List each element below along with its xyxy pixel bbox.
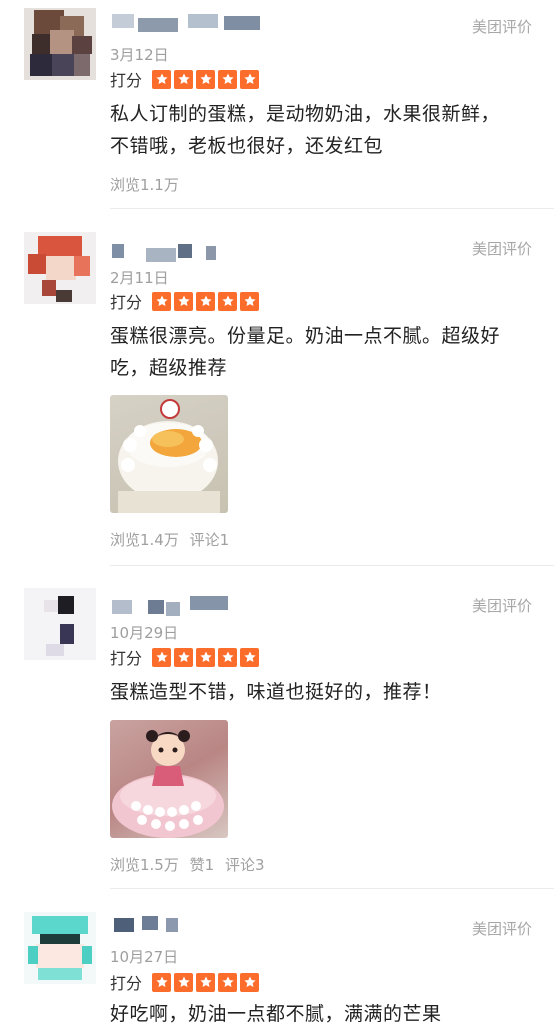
star-rating: [152, 69, 260, 89]
avatar[interactable]: [24, 912, 96, 984]
review-photo[interactable]: [110, 395, 228, 513]
review-source: 美团评价: [471, 920, 532, 938]
cake-photo-image: [112, 730, 224, 838]
review-source: 美团评价: [471, 240, 532, 258]
star-icon: [240, 972, 260, 992]
rating-label: 打分: [110, 293, 143, 312]
view-count: 浏览1.5万: [110, 856, 179, 874]
star-icon: [196, 972, 216, 992]
avatar[interactable]: [24, 232, 96, 304]
rating-label: 打分: [110, 71, 143, 90]
rating-label: 打分: [110, 974, 143, 993]
star-rating: [152, 291, 260, 311]
review-stats: 浏览1.5万 赞1 评论3: [110, 854, 271, 875]
username-blurred: [178, 244, 192, 258]
star-icon: [218, 69, 238, 89]
review-date: 2月11日: [110, 269, 169, 287]
review-text: 私人订制的蛋糕，是动物奶油，水果很新鲜， 不错哦，老板也很好，还发红包: [110, 98, 534, 162]
rating-row: 打分: [110, 290, 260, 312]
star-icon: [152, 647, 172, 667]
rating-row: 打分: [110, 971, 260, 993]
star-icon: [152, 972, 172, 992]
review-date: 10月27日: [110, 948, 179, 966]
star-icon: [152, 291, 172, 311]
star-icon: [174, 972, 194, 992]
avatar[interactable]: [24, 8, 96, 80]
star-icon: [218, 291, 238, 311]
review-text-line: 不错哦，老板也很好，还发红包: [110, 135, 384, 157]
star-icon: [174, 291, 194, 311]
divider: [110, 888, 554, 889]
rating-row: 打分: [110, 68, 260, 90]
like-count[interactable]: 赞1: [190, 856, 215, 874]
divider: [110, 208, 554, 209]
avatar[interactable]: [24, 588, 96, 660]
username-blurred: [188, 14, 218, 28]
view-count: 浏览1.1万: [110, 176, 179, 194]
review-text-line: 私人订制的蛋糕，是动物奶油，水果很新鲜，: [110, 103, 501, 125]
username-blurred: [114, 918, 134, 932]
review-text: 好吃啊，奶油一点都不腻，满满的芒果: [110, 998, 534, 1030]
username-blurred: [166, 602, 180, 616]
username-blurred: [206, 246, 216, 260]
review-stats: 浏览1.4万 评论1: [110, 529, 235, 550]
comment-count[interactable]: 评论1: [190, 531, 230, 549]
review-source: 美团评价: [471, 597, 532, 615]
review-source: 美团评价: [471, 18, 532, 36]
star-icon: [240, 647, 260, 667]
username-blurred: [224, 16, 260, 30]
username-blurred: [146, 248, 176, 262]
review-text-line: 蛋糕造型不错，味道也挺好的，推荐！: [110, 681, 442, 703]
username-blurred: [138, 18, 178, 32]
star-icon: [152, 69, 172, 89]
username-blurred: [190, 596, 228, 610]
username-blurred: [112, 244, 124, 258]
username-blurred: [142, 916, 158, 930]
review-text-line: 蛋糕很漂亮。份量足。奶油一点不腻。超级好: [110, 325, 501, 347]
username-blurred: [148, 600, 164, 614]
review-photo[interactable]: [110, 720, 228, 838]
username-blurred: [112, 14, 134, 28]
star-icon: [196, 291, 216, 311]
username-blurred: [166, 918, 178, 932]
star-rating: [152, 972, 260, 992]
review-text-line: 好吃啊，奶油一点都不腻，满满的芒果: [110, 1003, 442, 1025]
star-icon: [218, 647, 238, 667]
divider: [110, 565, 554, 566]
comment-count[interactable]: 评论3: [225, 856, 265, 874]
star-icon: [196, 647, 216, 667]
star-rating: [152, 647, 260, 667]
review-text: 蛋糕很漂亮。份量足。奶油一点不腻。超级好 吃，超级推荐: [110, 320, 534, 384]
star-icon: [218, 972, 238, 992]
star-icon: [174, 647, 194, 667]
review-text: 蛋糕造型不错，味道也挺好的，推荐！: [110, 676, 534, 708]
view-count: 浏览1.4万: [110, 531, 179, 549]
star-icon: [196, 69, 216, 89]
username-blurred: [112, 600, 132, 614]
star-icon: [174, 69, 194, 89]
review-date: 3月12日: [110, 46, 169, 64]
star-icon: [240, 69, 260, 89]
review-text-line: 吃，超级推荐: [110, 357, 228, 379]
rating-row: 打分: [110, 646, 260, 668]
rating-label: 打分: [110, 649, 143, 668]
cake-photo-image: [118, 399, 220, 513]
review-stats: 浏览1.1万: [110, 174, 185, 195]
star-icon: [240, 291, 260, 311]
review-date: 10月29日: [110, 624, 179, 642]
